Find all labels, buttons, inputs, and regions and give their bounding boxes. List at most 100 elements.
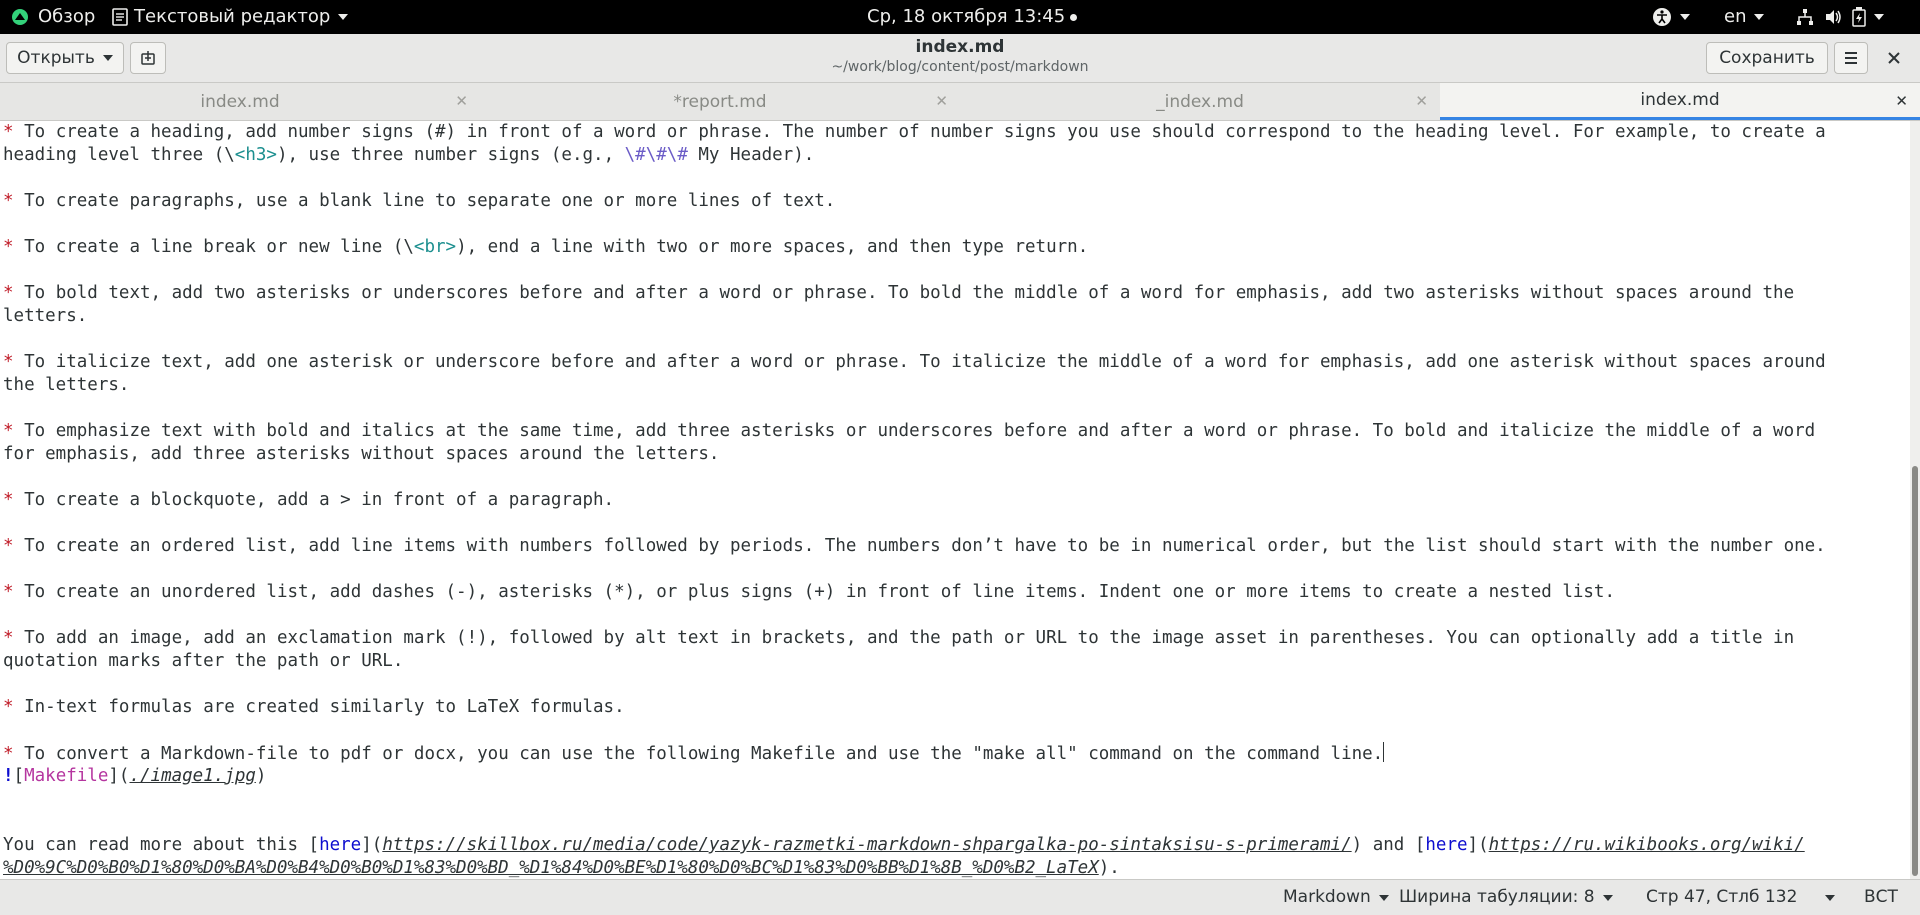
window-subtitle: ~/work/blog/content/post/markdown: [831, 59, 1089, 75]
header-bar: Открыть index.md ~/work/blog/content/pos…: [0, 34, 1920, 83]
tab-label: *report.md: [673, 91, 767, 112]
editor-line: * To bold text, add two asterisks or und…: [3, 282, 1794, 305]
editor-line: * To italicize text, add one asterisk or…: [3, 351, 1826, 374]
line-text: To italicize text, add one asterisk or u…: [13, 352, 1826, 372]
close-icon[interactable]: ✕: [1895, 92, 1908, 110]
editor-line: * To create an unordered list, add dashe…: [3, 581, 1615, 604]
list-bullet: *: [3, 122, 14, 142]
system-menu[interactable]: [1796, 0, 1884, 34]
menu-button[interactable]: [1834, 42, 1868, 74]
line-text: ).: [1098, 858, 1120, 878]
tab-width-label: Ширина табуляции: 8: [1399, 887, 1595, 907]
cursor-position-label: Стр 47, Стлб 132: [1646, 887, 1798, 907]
chevron-down-icon: [338, 14, 349, 20]
open-button-label: Открыть: [17, 48, 95, 68]
language-selector[interactable]: Markdown: [1283, 880, 1389, 915]
insert-mode-indicator[interactable]: ВСТ: [1864, 880, 1898, 915]
activities-button[interactable]: Обзор: [10, 0, 95, 34]
clock-label: Ср, 18 октября 13:45: [867, 6, 1066, 27]
list-bullet: *: [3, 191, 14, 211]
html-tag: <h3>: [234, 145, 277, 165]
text-cursor: [1383, 742, 1385, 762]
insert-mode-label: ВСТ: [1864, 887, 1898, 907]
editor-line: * To convert a Markdown-file to pdf or d…: [3, 742, 1385, 766]
line-text: My Header).: [687, 145, 815, 165]
line-text: To create a line break or new line (\: [13, 237, 414, 257]
editor-line: * To create a blockquote, add a > in fro…: [3, 489, 614, 512]
line-text: ](: [361, 835, 383, 855]
tab-index-md-1[interactable]: index.md ✕: [0, 83, 480, 120]
close-icon[interactable]: ✕: [1415, 92, 1428, 110]
list-bullet: *: [3, 744, 14, 764]
line-text: To create paragraphs, use a blank line t…: [13, 191, 836, 211]
list-bullet: *: [3, 421, 14, 441]
cursor-position-selector[interactable]: Стр 47, Стлб 132: [1646, 880, 1836, 915]
editor-line: heading level three (\<h3>), use three n…: [3, 144, 814, 167]
image-alt-label: Makefile: [24, 766, 109, 786]
line-text: ): [255, 766, 267, 786]
list-bullet: *: [3, 628, 14, 648]
line-text: ](: [108, 766, 130, 786]
window-close-button[interactable]: [1876, 42, 1912, 74]
list-bullet: *: [3, 536, 14, 556]
network-icon: [1797, 9, 1813, 25]
editor-line: ![Makefile](./image1.jpg): [3, 765, 266, 788]
close-icon: [1888, 52, 1900, 64]
tab-index-md-active[interactable]: index.md ✕: [1440, 83, 1920, 120]
link-url: https://ru.wikibooks.org/wiki/: [1488, 835, 1805, 855]
activities-icon: [12, 9, 28, 25]
system-top-bar: Обзор Текстовый редактор Ср, 18 октября …: [0, 0, 1920, 34]
image-url: ./image1.jpg: [129, 766, 256, 786]
app-menu-label: Текстовый редактор: [134, 6, 331, 27]
scrollbar-thumb[interactable]: [1912, 466, 1918, 876]
editor-line: letters.: [3, 305, 87, 328]
editor-line: You can read more about this [here](http…: [3, 834, 1805, 857]
line-text: To create a blockquote, add a > in front…: [13, 490, 615, 510]
list-bullet: *: [3, 582, 14, 602]
line-text: [: [13, 766, 25, 786]
open-button[interactable]: Открыть: [6, 42, 124, 74]
editor-line: for emphasis, add three asterisks withou…: [3, 443, 719, 466]
chevron-down-icon: [1378, 894, 1389, 901]
chevron-down-icon: [1754, 14, 1765, 20]
tab-width-selector[interactable]: Ширина табуляции: 8: [1399, 880, 1613, 915]
vertical-scrollbar[interactable]: [1910, 121, 1920, 879]
tab-label: index.md: [200, 91, 280, 112]
accessibility-menu[interactable]: [1652, 0, 1690, 34]
tab-report-md[interactable]: *report.md ✕: [480, 83, 960, 120]
tab-bar: index.md ✕ *report.md ✕ _index.md ✕ inde…: [0, 83, 1920, 121]
app-menu[interactable]: Текстовый редактор: [112, 0, 349, 34]
tab-underscore-index-md[interactable]: _index.md ✕: [960, 83, 1440, 120]
language-menu[interactable]: en: [1724, 0, 1765, 34]
activities-label: Обзор: [38, 6, 96, 27]
window-title-area: index.md ~/work/blog/content/post/markdo…: [760, 36, 1160, 76]
list-bullet: *: [3, 237, 14, 257]
line-text: To create an unordered list, add dashes …: [13, 582, 1616, 602]
chevron-down-icon: [1825, 894, 1836, 901]
list-bullet: *: [3, 697, 14, 717]
image-bang: !: [3, 766, 14, 786]
text-editor-area[interactable]: * To create a heading, add number signs …: [0, 121, 1908, 879]
escaped-chars: \#\#\#: [624, 145, 688, 165]
status-bar: Markdown Ширина табуляции: 8 Стр 47, Стл…: [0, 879, 1920, 915]
new-document-icon: [141, 51, 155, 65]
line-text: To bold text, add two asterisks or under…: [13, 283, 1795, 303]
link-url: %D0%9C%D0%B0%D1%80%D0%BA%D0%B4%D0%B0%D1%…: [3, 858, 1099, 878]
tab-label: _index.md: [1156, 91, 1244, 112]
editor-line: %D0%9C%D0%B0%D1%80%D0%BA%D0%B4%D0%B0%D1%…: [3, 857, 1120, 879]
new-document-button[interactable]: [130, 42, 166, 74]
link-url: https://skillbox.ru/media/code/yazyk-raz…: [382, 835, 1352, 855]
close-icon[interactable]: ✕: [455, 92, 468, 110]
line-text: ), use three number signs (e.g.,: [276, 145, 625, 165]
line-text: for emphasis, add three asterisks withou…: [3, 444, 720, 464]
list-bullet: *: [3, 352, 14, 372]
editor-line: quotation marks after the path or URL.: [3, 650, 403, 673]
close-icon[interactable]: ✕: [935, 92, 948, 110]
text-editor-icon: [112, 8, 128, 26]
line-text: ), end a line with two or more spaces, a…: [456, 237, 1089, 257]
save-button[interactable]: Сохранить: [1706, 42, 1828, 74]
clock[interactable]: Ср, 18 октября 13:45: [867, 0, 1078, 34]
editor-line: * To create a heading, add number signs …: [3, 121, 1826, 144]
editor-line: * To create a line break or new line (\<…: [3, 236, 1088, 259]
line-text: ) and [: [1351, 835, 1426, 855]
